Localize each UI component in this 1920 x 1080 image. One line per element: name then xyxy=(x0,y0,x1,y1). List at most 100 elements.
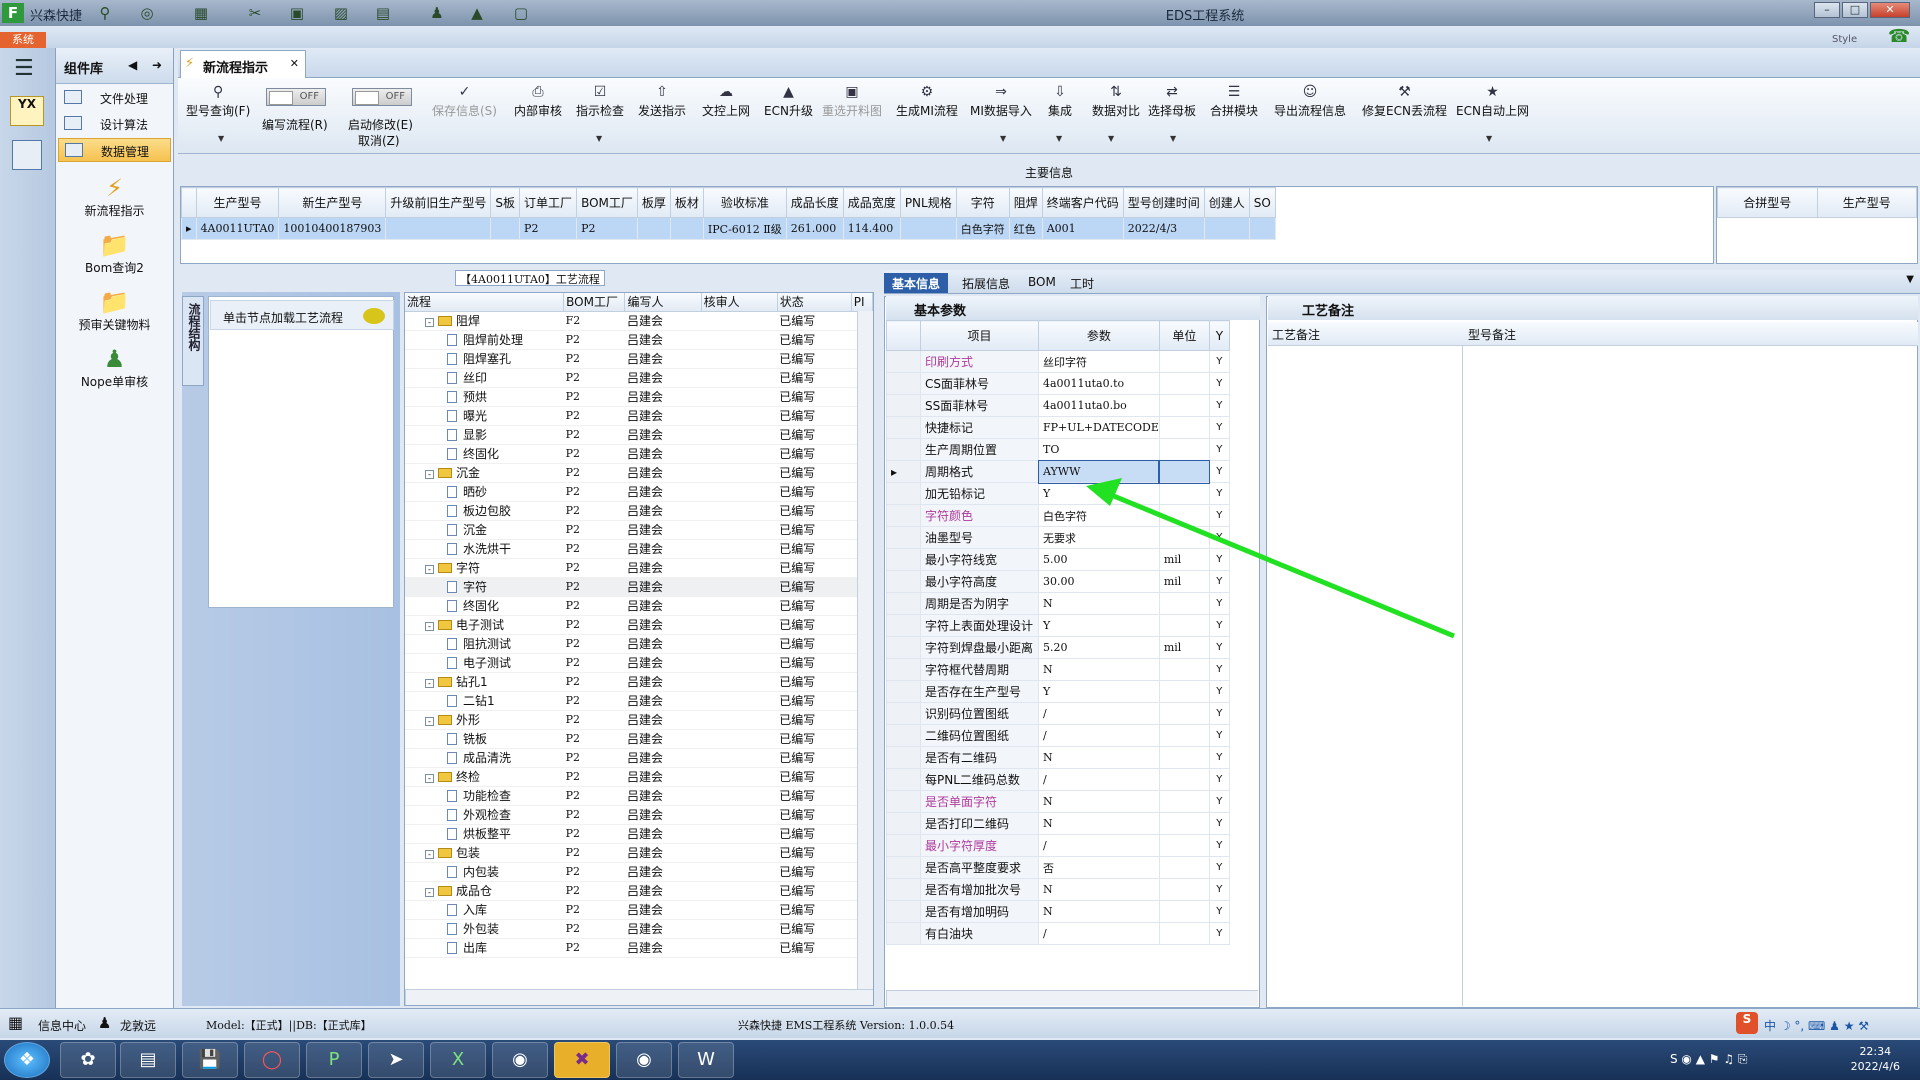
monitor-icon[interactable]: ▢ xyxy=(510,3,532,23)
repair-ecn-button[interactable]: ⚒ 修复ECN丢流程 xyxy=(1362,82,1447,119)
table-cell[interactable]: 114.400 xyxy=(842,217,901,240)
tab-work-hours[interactable]: 工时 xyxy=(1062,273,1102,293)
table-cell[interactable]: IPC-6012 Ⅱ级 xyxy=(702,217,787,240)
tree-node[interactable]: - 沉金 xyxy=(405,463,564,483)
param-value[interactable]: 白色字符 xyxy=(1038,504,1160,527)
column-header[interactable]: PI xyxy=(851,293,873,312)
tree-row[interactable]: - 字符 P2 吕建会 已编写 xyxy=(405,558,873,578)
collapse-icon[interactable]: - xyxy=(425,470,434,479)
column-header[interactable]: 升级前旧生产型号 xyxy=(385,187,492,218)
red-app-icon[interactable]: ◯ xyxy=(244,1042,300,1078)
param-value[interactable]: N xyxy=(1038,878,1160,901)
column-header[interactable]: 型号创建时间 xyxy=(1122,187,1205,218)
column-header[interactable]: 终端客户代码 xyxy=(1041,187,1124,218)
column-header[interactable]: SO xyxy=(1248,187,1276,218)
tab-new-flow[interactable]: ⚡ 新流程指示 ✕ xyxy=(180,50,306,78)
column-header[interactable]: 核审人 xyxy=(701,293,778,312)
maximize-button[interactable]: □ xyxy=(1842,2,1868,18)
menu-icon[interactable]: ☰ xyxy=(14,56,34,81)
collapse-icon[interactable]: - xyxy=(425,717,434,726)
param-row[interactable]: 是否有增加批次号 N Y xyxy=(886,878,1230,901)
tree-node[interactable]: 沉金 xyxy=(405,520,564,540)
lib-item-data[interactable]: 数据管理 xyxy=(58,138,171,162)
column-header[interactable]: 创建人 xyxy=(1203,187,1250,218)
tree-row[interactable]: 终固化 P2 吕建会 已编写 xyxy=(405,596,873,616)
table-cell[interactable]: 红色 xyxy=(1008,217,1043,240)
tree-node[interactable]: 外包装 xyxy=(405,919,564,939)
collapse-icon[interactable]: - xyxy=(425,679,434,688)
tree-node[interactable]: 烘板整平 xyxy=(405,824,564,844)
param-row[interactable]: 有白油块 / Y xyxy=(886,922,1230,945)
table-cell[interactable]: 261.000 xyxy=(785,217,844,240)
param-value[interactable]: / xyxy=(1038,834,1160,857)
column-header[interactable]: 项目 xyxy=(920,320,1039,351)
column-header[interactable]: 状态 xyxy=(777,293,852,312)
tree-horizontal-scrollbar[interactable] xyxy=(405,989,873,1005)
collapse-icon[interactable]: - xyxy=(425,318,434,327)
column-header[interactable]: 成品长度 xyxy=(785,187,844,218)
param-row[interactable]: SS面菲林号 4a0011uta0.bo Y xyxy=(886,394,1230,417)
tree-row[interactable]: - 阻焊 F2 吕建会 已编写 xyxy=(405,311,873,331)
param-value[interactable]: 无要求 xyxy=(1038,526,1160,549)
tree-row[interactable]: 外观检查 P2 吕建会 已编写 xyxy=(405,805,873,825)
chart-icon[interactable]: ▨ xyxy=(330,3,352,23)
column-header[interactable]: 生产型号 xyxy=(1816,187,1917,218)
column-header[interactable]: BOM工厂 xyxy=(576,187,638,218)
tree-node[interactable]: 字符 xyxy=(405,577,564,597)
tree-vertical-scrollbar[interactable] xyxy=(857,311,873,989)
param-value[interactable]: FP+UL+DATECODE xyxy=(1038,416,1160,439)
tree-node[interactable]: 阻焊塞孔 xyxy=(405,349,564,369)
column-header[interactable]: 新生产型号 xyxy=(278,187,387,218)
param-value[interactable]: TO xyxy=(1038,438,1160,461)
tree-row[interactable]: 入库 P2 吕建会 已编写 xyxy=(405,900,873,920)
tree-row[interactable]: 终固化 P2 吕建会 已编写 xyxy=(405,444,873,464)
pin-icon[interactable]: ➜ xyxy=(152,58,162,72)
table-cell[interactable] xyxy=(1248,217,1276,240)
cancel-button[interactable]: 取消(Z) xyxy=(358,132,400,149)
param-value[interactable]: N xyxy=(1038,900,1160,923)
table-cell[interactable]: 10010400187903 xyxy=(278,217,387,240)
tree-row[interactable]: 外包装 P2 吕建会 已编写 xyxy=(405,919,873,939)
tree-node[interactable]: - 阻焊 xyxy=(405,311,564,331)
flow-structure-tab[interactable]: 流程结构 xyxy=(182,296,204,386)
tree-node[interactable]: 板边包胶 xyxy=(405,501,564,521)
param-value[interactable]: 4a0011uta0.bo xyxy=(1038,394,1160,417)
dropdown-arrow-icon[interactable]: ▼ xyxy=(1170,134,1176,143)
notepad-app-icon[interactable]: ▤ xyxy=(120,1042,176,1078)
param-value[interactable]: Y xyxy=(1038,614,1160,637)
search-icon[interactable]: ⚲ xyxy=(94,3,116,23)
tree-row[interactable]: 电子测试 P2 吕建会 已编写 xyxy=(405,653,873,673)
tree-node[interactable]: 入库 xyxy=(405,900,564,920)
tree-node[interactable]: 成品清洗 xyxy=(405,748,564,768)
param-value[interactable]: N xyxy=(1038,592,1160,615)
param-row[interactable]: 字符到焊盘最小距离 5.20 mil Y xyxy=(886,636,1230,659)
tree-node[interactable]: - 钻孔1 xyxy=(405,672,564,692)
table-cell[interactable] xyxy=(1203,217,1250,240)
column-header[interactable]: 成品宽度 xyxy=(842,187,901,218)
param-value[interactable]: / xyxy=(1038,922,1160,945)
param-value[interactable]: Y xyxy=(1038,680,1160,703)
tree-node[interactable]: 内包装 xyxy=(405,862,564,882)
table-cell[interactable] xyxy=(385,217,492,240)
param-value[interactable]: N xyxy=(1038,812,1160,835)
tree-row[interactable]: 阻抗测试 P2 吕建会 已编写 xyxy=(405,634,873,654)
shell-app-icon[interactable]: ✿ xyxy=(60,1042,116,1078)
dropdown-arrow-icon[interactable]: ▼ xyxy=(1056,134,1062,143)
start-edit-toggle[interactable]: OFF xyxy=(352,88,412,106)
table-cell[interactable] xyxy=(636,217,671,240)
column-header[interactable]: 生产型号 xyxy=(195,187,280,218)
tree-node[interactable]: - 字符 xyxy=(405,558,564,578)
tree-node[interactable]: 显影 xyxy=(405,425,564,445)
telegram-app-icon[interactable]: ➤ xyxy=(368,1042,424,1078)
tree-row[interactable]: 阻焊前处理 P2 吕建会 已编写 xyxy=(405,330,873,350)
tree-row[interactable]: 内包装 P2 吕建会 已编写 xyxy=(405,862,873,882)
tree-node[interactable]: 终固化 xyxy=(405,444,564,464)
save-info-button[interactable]: ✓ 保存信息(S) xyxy=(432,82,497,119)
dropdown-arrow-icon[interactable]: ▼ xyxy=(1000,134,1006,143)
param-value[interactable]: 30.00 xyxy=(1038,570,1160,593)
tree-node[interactable]: 阻抗测试 xyxy=(405,634,564,654)
tree-row[interactable]: - 电子测试 P2 吕建会 已编写 xyxy=(405,615,873,635)
column-header[interactable]: 验收标准 xyxy=(702,187,787,218)
param-row[interactable]: 最小字符线宽 5.00 mil Y xyxy=(886,548,1230,571)
tree-row[interactable]: 晒砂 P2 吕建会 已编写 xyxy=(405,482,873,502)
